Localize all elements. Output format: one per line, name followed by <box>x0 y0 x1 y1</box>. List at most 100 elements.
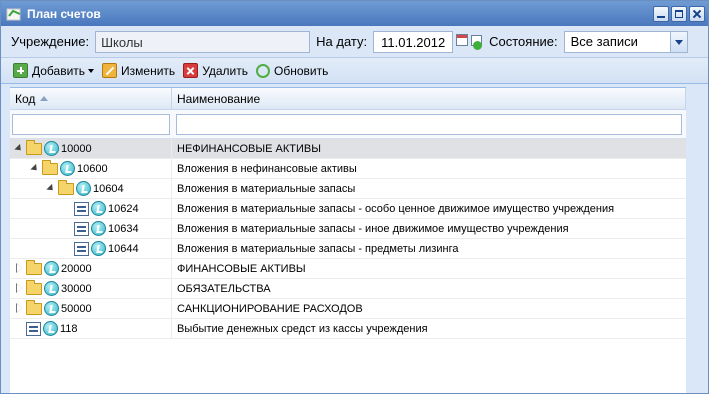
account-name: ФИНАНСОВЫЕ АКТИВЫ <box>177 262 306 275</box>
table-row[interactable]: 10604 Вложения в материальные запасы <box>10 178 686 199</box>
table-row[interactable]: 10634 Вложения в материальные запасы - ин… <box>10 218 686 239</box>
add-icon <box>13 63 28 78</box>
calendar-icon[interactable] <box>455 32 471 52</box>
status-clock-icon <box>91 201 106 216</box>
account-code: 10624 <box>108 202 139 215</box>
expand-arrow-icon[interactable] <box>15 303 24 313</box>
status-clock-icon <box>44 301 59 316</box>
status-clock-icon <box>44 261 59 276</box>
status-clock-icon <box>43 321 58 336</box>
window-title: План счетов <box>27 6 101 21</box>
code-cell: 10000 <box>10 138 172 159</box>
account-icon <box>26 321 41 336</box>
code-cell: 10644 <box>10 238 172 259</box>
account-name: Вложения в материальные запасы - предмет… <box>177 242 459 255</box>
folder-icon <box>58 179 74 195</box>
refresh-button-label: Обновить <box>274 63 329 78</box>
account-name: ОБЯЗАТЕЛЬСТВА <box>177 282 271 295</box>
collapse-arrow-icon[interactable] <box>31 164 40 173</box>
folder-icon <box>42 159 58 175</box>
table-row[interactable]: 50000 САНКЦИОНИРОВАНИЕ РАСХОДОВ <box>10 298 686 319</box>
date-field[interactable]: 11.01.2012 <box>373 30 454 53</box>
account-name: Вложения в материальные запасы - иное дв… <box>177 222 569 235</box>
account-code: 10644 <box>108 242 139 255</box>
toolbar: Добавить Изменить Удалить Обновить <box>1 58 708 84</box>
table-row[interactable]: 10600 Вложения в нефинансовые активы <box>10 158 686 179</box>
folder-icon <box>26 259 42 275</box>
refresh-button[interactable]: Обновить <box>256 63 329 78</box>
status-clock-icon <box>76 181 91 196</box>
table-row[interactable]: 30000 ОБЯЗАТЕЛЬСТВА <box>10 278 686 299</box>
code-cell: 10624 <box>10 198 172 219</box>
sort-asc-icon <box>40 96 49 101</box>
close-icon[interactable] <box>689 5 705 22</box>
account-name: Выбытие денежных средст из кассы учрежде… <box>177 322 428 335</box>
column-header-name-label: Наименование <box>177 91 261 106</box>
column-header-code[interactable]: Код <box>10 88 172 109</box>
delete-button-label: Удалить <box>202 63 249 78</box>
institution-label: Учреждение: <box>11 34 90 49</box>
folder-icon <box>26 139 42 155</box>
table-row[interactable]: 10624 Вложения в материальные запасы - ос… <box>10 198 686 219</box>
code-cell: 20000 <box>10 258 172 279</box>
table-row[interactable]: 20000 ФИНАНСОВЫЕ АКТИВЫ <box>10 258 686 279</box>
account-name: Вложения в материальные запасы <box>177 182 356 195</box>
table-row[interactable]: 10000 НЕФИНАНСОВЫЕ АКТИВЫ <box>10 138 686 159</box>
table-row[interactable]: 118 Выбытие денежных средст из кассы учре… <box>10 318 686 339</box>
state-select-value: Все записи <box>570 34 638 49</box>
account-code: 118 <box>60 322 78 335</box>
account-code: 50000 <box>61 302 92 315</box>
status-clock-icon <box>60 161 75 176</box>
refresh-icon <box>256 63 271 78</box>
app-icon <box>6 8 21 20</box>
account-code: 10000 <box>61 142 92 155</box>
edit-button[interactable]: Изменить <box>102 63 175 78</box>
account-code: 10634 <box>108 222 139 235</box>
account-code: 10600 <box>77 162 108 175</box>
status-clock-icon <box>44 141 59 156</box>
account-icon <box>74 201 89 216</box>
delete-button[interactable]: Удалить <box>183 63 248 78</box>
status-clock-icon <box>91 241 106 256</box>
edit-button-label: Изменить <box>121 63 176 78</box>
state-label: Состояние: <box>489 34 558 49</box>
dropdown-arrow-icon <box>88 68 95 73</box>
chart-of-accounts-window: План счетов Учреждение: Школы На дату: 1… <box>0 0 709 394</box>
code-cell: 10600 <box>10 158 172 179</box>
collapse-arrow-icon[interactable] <box>15 144 24 153</box>
expand-arrow-icon[interactable] <box>15 283 24 293</box>
folder-icon <box>26 279 42 295</box>
add-button[interactable]: Добавить <box>13 63 95 78</box>
account-name: САНКЦИОНИРОВАНИЕ РАСХОДОВ <box>177 302 363 315</box>
account-icon <box>74 221 89 236</box>
minimize-icon[interactable] <box>653 5 669 22</box>
collapse-arrow-icon[interactable] <box>47 184 56 193</box>
delete-icon <box>183 63 199 78</box>
account-code: 20000 <box>61 262 92 275</box>
calendar-apply-icon[interactable] <box>471 32 485 52</box>
code-filter-input[interactable] <box>12 113 170 135</box>
account-name: НЕФИНАНСОВЫЕ АКТИВЫ <box>177 142 321 155</box>
code-cell: 50000 <box>10 298 172 319</box>
column-header-name[interactable]: Наименование <box>172 88 686 109</box>
code-cell: 10604 <box>10 178 172 199</box>
grid-filter-row <box>10 110 686 139</box>
edit-icon <box>102 63 118 78</box>
institution-field[interactable]: Школы <box>95 30 311 53</box>
expand-arrow-icon[interactable] <box>15 263 24 273</box>
state-select[interactable]: Все записи <box>563 30 688 53</box>
name-filter-input[interactable] <box>176 113 682 135</box>
add-button-label: Добавить <box>32 63 86 78</box>
chevron-down-icon[interactable] <box>669 31 687 52</box>
account-name: Вложения в материальные запасы - особо ц… <box>177 202 615 215</box>
maximize-icon[interactable] <box>671 5 687 22</box>
grid-header: Код Наименование <box>10 88 686 110</box>
date-label: На дату: <box>316 34 368 49</box>
table-row[interactable]: 10644 Вложения в материальные запасы - пр… <box>10 238 686 259</box>
folder-icon <box>26 299 42 315</box>
title-bar[interactable]: План счетов <box>1 1 708 26</box>
status-clock-icon <box>44 281 59 296</box>
